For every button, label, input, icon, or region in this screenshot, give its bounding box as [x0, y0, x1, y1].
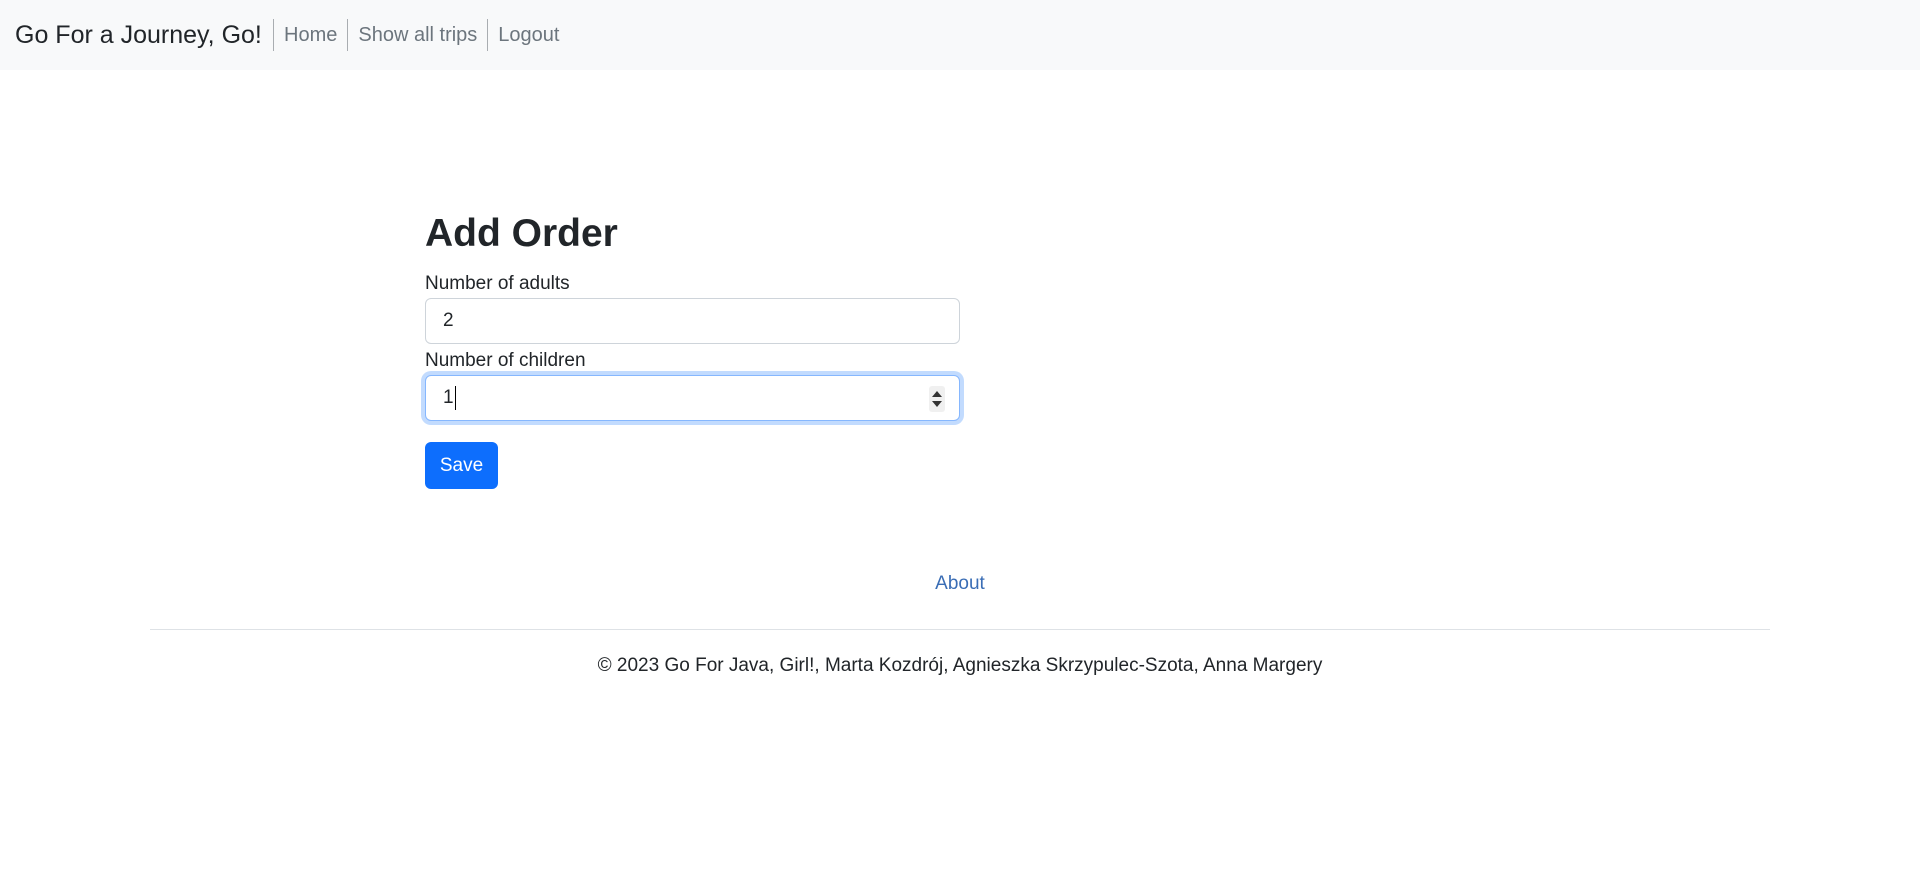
about-link[interactable]: About	[935, 573, 985, 594]
adults-input[interactable]: 2	[425, 298, 960, 344]
footer-divider	[150, 629, 1770, 630]
navbar: Go For a Journey, Go! Home Show all trip…	[0, 0, 1920, 70]
nav-link-logout[interactable]: Logout	[487, 19, 569, 51]
children-input[interactable]: 1	[425, 375, 960, 421]
number-spinner[interactable]	[929, 386, 945, 412]
children-input-value: 1	[443, 386, 456, 410]
brand-link[interactable]: Go For a Journey, Go!	[15, 19, 262, 51]
text-caret	[454, 386, 456, 410]
about-container: About	[0, 572, 1920, 596]
spin-down-icon[interactable]	[932, 401, 942, 407]
nav-link-show-all-trips[interactable]: Show all trips	[347, 19, 487, 51]
adults-label: Number of adults	[425, 273, 570, 294]
nav-links: Home Show all trips Logout	[273, 19, 569, 51]
copyright-text: © 2023 Go For Java, Girl!, Marta Kozdrój…	[597, 655, 1323, 676]
spin-up-icon[interactable]	[932, 391, 942, 397]
nav-link-home[interactable]: Home	[273, 19, 347, 51]
save-button[interactable]: Save	[425, 442, 498, 489]
adults-input-value: 2	[443, 310, 454, 331]
page-title: Add Order	[425, 212, 618, 255]
children-label: Number of children	[425, 350, 586, 371]
